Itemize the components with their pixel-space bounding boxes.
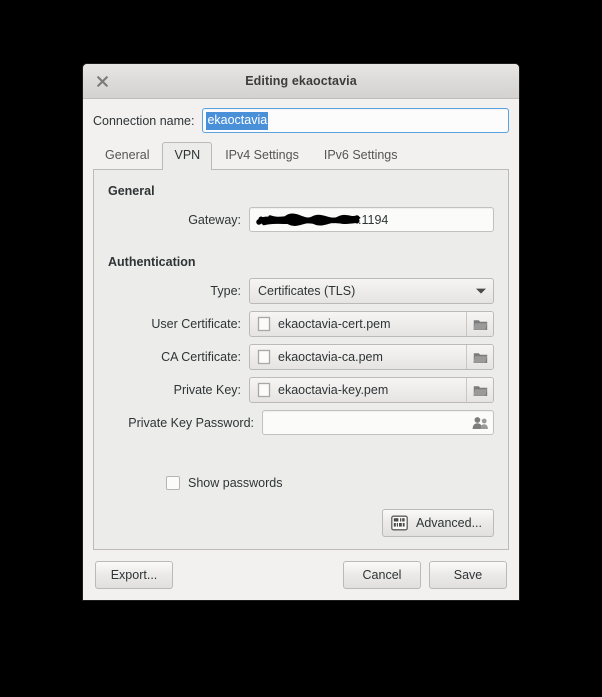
auth-type-row: Type: Certificates (TLS) — [108, 278, 494, 304]
gateway-label: Gateway: — [188, 212, 241, 227]
folder-icon[interactable] — [466, 345, 493, 369]
dialog-action-bar: Export... Cancel Save — [83, 550, 519, 600]
tab-ipv6-settings[interactable]: IPv6 Settings — [312, 142, 410, 169]
ca-certificate-row: CA Certificate: ekaoctavia-ca.pem — [108, 344, 494, 370]
tab-bar: General VPN IPv4 Settings IPv6 Settings — [83, 141, 519, 170]
file-icon — [257, 316, 271, 332]
ca-certificate-filechooser[interactable]: ekaoctavia-ca.pem — [249, 344, 494, 370]
chevron-down-icon — [475, 287, 487, 295]
show-passwords-checkbox[interactable] — [166, 476, 180, 490]
advanced-button[interactable]: Advanced... — [381, 509, 494, 537]
vpn-connection-editor-dialog: Editing ekaoctavia Connection name: ekao… — [82, 63, 520, 601]
redaction-scribble — [256, 212, 360, 227]
show-passwords-label[interactable]: Show passwords — [188, 476, 283, 490]
private-key-password-row: Private Key Password: — [108, 410, 494, 435]
private-key-row: Private Key: ekaoctavia-key.pem — [108, 377, 494, 403]
user-certificate-label: User Certificate: — [151, 317, 241, 331]
folder-icon[interactable] — [466, 378, 493, 402]
ca-certificate-filechooser-main[interactable]: ekaoctavia-ca.pem — [250, 349, 466, 365]
auth-type-select[interactable]: Certificates (TLS) — [249, 278, 494, 304]
gateway-value-wrapper: :1194 — [256, 212, 388, 227]
gateway-row: Gateway::1194 — [108, 207, 494, 232]
file-icon — [257, 349, 271, 365]
close-icon[interactable] — [91, 64, 113, 98]
private-key-label: Private Key: — [173, 383, 241, 397]
private-key-filechooser-main[interactable]: ekaoctavia-key.pem — [250, 382, 466, 398]
folder-icon[interactable] — [466, 312, 493, 336]
private-key-filechooser[interactable]: ekaoctavia-key.pem — [249, 377, 494, 403]
connection-name-label: Connection name: — [93, 113, 195, 128]
show-passwords-row: Show passwords — [108, 476, 494, 490]
private-key-password-input[interactable] — [262, 410, 494, 435]
private-key-filename: ekaoctavia-key.pem — [278, 383, 389, 397]
file-icon — [257, 382, 271, 398]
connection-name-row: Connection name: ekaoctavia — [83, 99, 519, 141]
general-section-title: General — [108, 184, 155, 198]
advanced-button-area: Advanced... — [108, 509, 494, 539]
user-certificate-row: User Certificate: ekaoctavia-cert.pem — [108, 311, 494, 337]
tab-general[interactable]: General — [93, 142, 161, 169]
tab-vpn[interactable]: VPN — [162, 142, 213, 170]
window-title: Editing ekaoctavia — [245, 74, 357, 88]
user-certificate-filename: ekaoctavia-cert.pem — [278, 317, 391, 331]
advanced-button-label: Advanced... — [415, 516, 482, 530]
auth-type-label: Type: — [210, 284, 241, 298]
preferences-icon — [391, 515, 408, 531]
export-button[interactable]: Export... — [95, 561, 173, 589]
connection-name-input[interactable]: ekaoctavia — [202, 108, 509, 133]
title-bar: Editing ekaoctavia — [83, 64, 519, 99]
save-button[interactable]: Save — [429, 561, 507, 589]
private-key-password-label: Private Key Password: — [128, 415, 254, 430]
user-certificate-filechooser-main[interactable]: ekaoctavia-cert.pem — [250, 316, 466, 332]
users-icon[interactable] — [469, 416, 491, 430]
cancel-button[interactable]: Cancel — [343, 561, 421, 589]
tab-ipv4-settings[interactable]: IPv4 Settings — [213, 142, 311, 169]
ca-certificate-filename: ekaoctavia-ca.pem — [278, 350, 383, 364]
connection-name-value: ekaoctavia — [206, 111, 269, 130]
authentication-section-title: Authentication — [108, 255, 196, 269]
gateway-port-text: :1194 — [358, 212, 389, 227]
screen-backdrop: Editing ekaoctavia Connection name: ekao… — [0, 0, 602, 697]
vpn-tab-panel: General Gateway::1194 Authentication Ty… — [93, 169, 509, 550]
auth-type-value: Certificates (TLS) — [258, 284, 356, 298]
gateway-input[interactable]: :1194 — [249, 207, 494, 232]
user-certificate-filechooser[interactable]: ekaoctavia-cert.pem — [249, 311, 494, 337]
ca-certificate-label: CA Certificate: — [161, 350, 241, 364]
